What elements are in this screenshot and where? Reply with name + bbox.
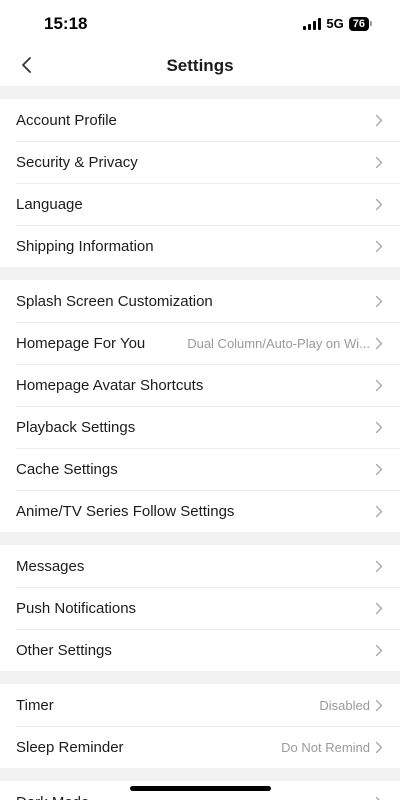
settings-item-label: Splash Screen Customization <box>16 292 213 310</box>
chevron-right-icon <box>374 462 384 476</box>
settings-item-security-privacy[interactable]: Security & Privacy <box>0 141 400 183</box>
settings-item-splash-screen-customization[interactable]: Splash Screen Customization <box>0 280 400 322</box>
chevron-right-icon <box>374 239 384 253</box>
settings-item-sleep-reminder[interactable]: Sleep Reminder Do Not Remind <box>0 726 400 768</box>
settings-item-playback-settings[interactable]: Playback Settings <box>0 406 400 448</box>
settings-list: Account Profile Security & Privacy Languag… <box>0 86 400 800</box>
settings-item-label: Dark Mode <box>16 794 89 800</box>
settings-item-label: Account Profile <box>16 111 117 129</box>
chevron-right-icon <box>374 795 384 800</box>
settings-item-anime-tv-series-follow-settings[interactable]: Anime/TV Series Follow Settings <box>0 490 400 532</box>
settings-item-homepage-avatar-shortcuts[interactable]: Homepage Avatar Shortcuts <box>0 364 400 406</box>
settings-item-label: Homepage Avatar Shortcuts <box>16 376 204 394</box>
settings-item-messages[interactable]: Messages <box>0 545 400 587</box>
section-divider <box>0 532 400 545</box>
chevron-right-icon <box>374 740 384 754</box>
settings-item-timer[interactable]: Timer Disabled <box>0 684 400 726</box>
section-divider <box>0 86 400 99</box>
settings-item-label: Language <box>16 195 83 213</box>
settings-item-language[interactable]: Language <box>0 183 400 225</box>
chevron-right-icon <box>374 698 384 712</box>
settings-item-label: Push Notifications <box>16 599 137 617</box>
chevron-right-icon <box>374 559 384 573</box>
status-indicators: 5G 76 <box>303 16 372 31</box>
chevron-right-icon <box>374 643 384 657</box>
settings-item-value: Do Not Remind <box>281 739 370 755</box>
network-type: 5G <box>326 16 344 31</box>
settings-item-label: Timer <box>16 696 54 714</box>
section-divider <box>0 768 400 781</box>
settings-group: Splash Screen Customization Homepage For … <box>0 280 400 532</box>
settings-group: Timer Disabled Sleep Reminder Do Not Remind <box>0 684 400 768</box>
settings-item-label: Homepage For You <box>16 334 146 352</box>
cellular-signal-icon <box>303 17 322 30</box>
settings-item-value: Dual Column/Auto-Play on Wi... <box>187 335 370 351</box>
chevron-right-icon <box>374 294 384 308</box>
navigation-header: Settings <box>0 44 400 86</box>
chevron-right-icon <box>374 378 384 392</box>
battery-nub <box>370 21 372 26</box>
settings-item-label: Cache Settings <box>16 460 118 478</box>
settings-item-push-notifications[interactable]: Push Notifications <box>0 587 400 629</box>
settings-item-label: Security & Privacy <box>16 153 138 171</box>
settings-item-label: Other Settings <box>16 641 112 659</box>
settings-screen: 15:18 5G 76 Settings Account Profile Secu… <box>0 0 400 800</box>
settings-group: Messages Push Notifications Other Settings <box>0 545 400 671</box>
settings-item-label: Shipping Information <box>16 237 154 255</box>
settings-item-label: Playback Settings <box>16 418 136 436</box>
chevron-right-icon <box>374 420 384 434</box>
chevron-right-icon <box>374 155 384 169</box>
battery-level: 76 <box>348 16 369 31</box>
settings-item-homepage-for-you[interactable]: Homepage For You Dual Column/Auto-Play on… <box>0 322 400 364</box>
chevron-right-icon <box>374 336 384 350</box>
home-indicator[interactable] <box>130 786 271 791</box>
section-divider <box>0 267 400 280</box>
page-title: Settings <box>166 56 234 75</box>
settings-item-account-profile[interactable]: Account Profile <box>0 99 400 141</box>
settings-item-label: Sleep Reminder <box>16 738 124 756</box>
settings-group: Account Profile Security & Privacy Languag… <box>0 99 400 267</box>
settings-item-shipping-information[interactable]: Shipping Information <box>0 225 400 267</box>
settings-item-label: Anime/TV Series Follow Settings <box>16 502 235 520</box>
status-bar: 15:18 5G 76 <box>0 0 400 44</box>
status-time: 15:18 <box>44 14 88 33</box>
chevron-right-icon <box>374 197 384 211</box>
battery-icon: 76 <box>348 16 372 31</box>
settings-item-other-settings[interactable]: Other Settings <box>0 629 400 671</box>
chevron-right-icon <box>374 601 384 615</box>
section-divider <box>0 671 400 684</box>
settings-item-cache-settings[interactable]: Cache Settings <box>0 448 400 490</box>
chevron-right-icon <box>374 113 384 127</box>
chevron-right-icon <box>374 504 384 518</box>
settings-item-value: Disabled <box>319 697 370 713</box>
settings-item-label: Messages <box>16 557 85 575</box>
